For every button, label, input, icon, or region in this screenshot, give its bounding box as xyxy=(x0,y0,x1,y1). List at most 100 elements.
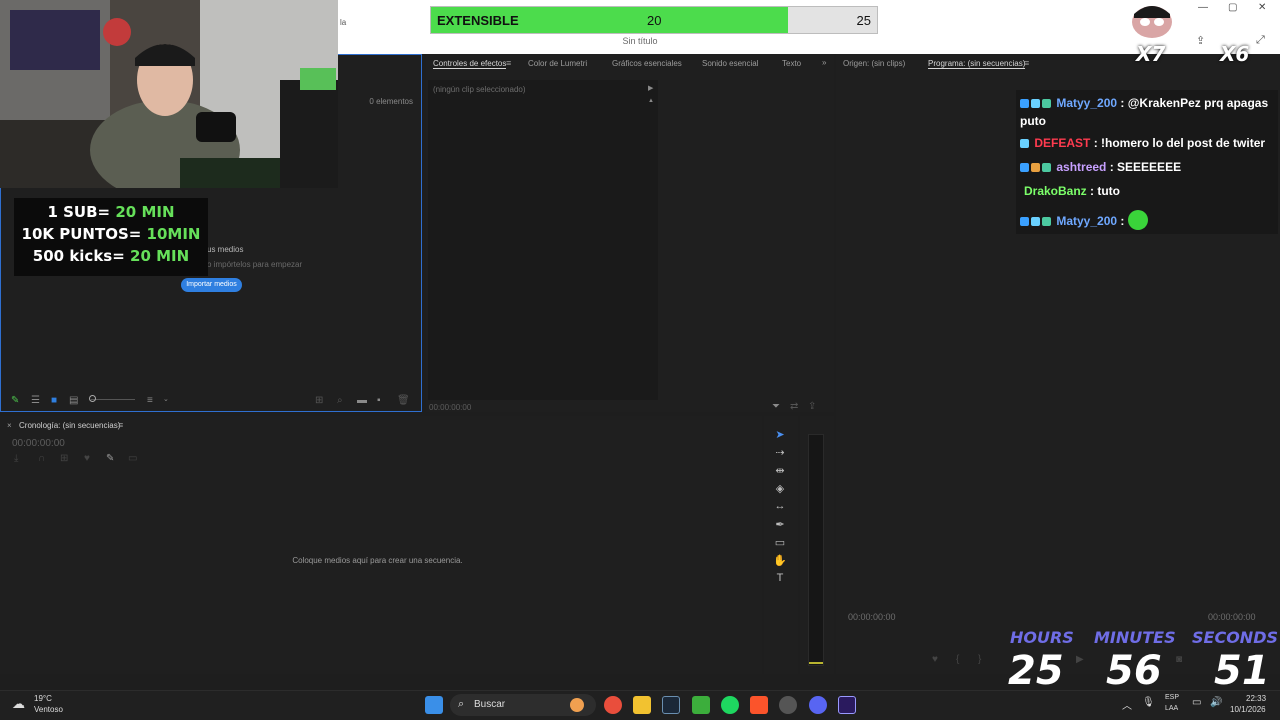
timeline-panel[interactable]: × Cronología: (sin secuencias) ≡ 00:00:0… xyxy=(0,416,762,674)
timeline-timecode: 00:00:00:00 xyxy=(12,438,65,449)
type-tool-icon[interactable]: T xyxy=(772,572,788,586)
linked-selection-icon[interactable]: ∩ xyxy=(38,453,45,464)
new-bin-icon[interactable]: ▬ xyxy=(357,395,367,406)
minecraft-icon[interactable] xyxy=(692,696,710,714)
filter-icon[interactable]: ⏷ xyxy=(772,401,780,412)
language-indicator[interactable]: ESP xyxy=(1165,694,1179,701)
track-select-tool-icon[interactable]: ⇢ xyxy=(772,446,788,460)
network-icon[interactable]: ▭ xyxy=(1192,697,1201,708)
hand-tool-icon[interactable]: ✋ xyxy=(772,554,788,568)
chrome-icon[interactable] xyxy=(604,696,622,714)
emote-count-left: X7 xyxy=(1136,42,1166,66)
close-tab-icon[interactable]: × xyxy=(7,421,12,430)
badge-icon xyxy=(1042,163,1051,172)
windows-start-icon[interactable] xyxy=(425,696,443,714)
search-highlight-icon xyxy=(570,698,584,712)
weather-icon[interactable]: ☁ xyxy=(12,696,25,712)
tab-essential-sound[interactable]: Sonido esencial xyxy=(702,59,758,68)
badge-icon xyxy=(1020,139,1029,148)
discord-icon[interactable] xyxy=(809,696,827,714)
link-icon[interactable]: ⇄ xyxy=(790,401,798,412)
stream-rules-overlay: 1 SUB= 20 MIN 10K PUNTOS= 10MIN 500 kick… xyxy=(14,198,208,276)
panel-menu-icon[interactable]: ≡ xyxy=(118,420,123,430)
mark-in-icon[interactable]: { xyxy=(956,654,959,665)
close-button[interactable]: ✕ xyxy=(1258,2,1266,13)
panel-menu-icon[interactable]: ≡ xyxy=(506,58,511,68)
volume-icon[interactable]: 🔊 xyxy=(1210,697,1222,708)
pencil-icon[interactable]: ✎ xyxy=(11,395,19,406)
chat-message: ashtreed : SEEEEEEE xyxy=(1020,160,1276,174)
webcam-feed xyxy=(0,0,338,188)
fullscreen-icon[interactable]: ⤢ xyxy=(1256,34,1265,47)
tab-program[interactable]: Programa: (sin secuencias) xyxy=(928,59,1026,69)
tab-text[interactable]: Texto xyxy=(782,59,801,68)
tab-effect-controls[interactable]: Controles de efectos xyxy=(433,59,507,69)
chat-message: DEFEAST : !homero lo del post de twiter xyxy=(1020,136,1276,150)
zoom-slider[interactable] xyxy=(91,399,135,400)
search-box[interactable]: ⌕ Buscar xyxy=(450,694,596,716)
tab-source[interactable]: Origen: (sin clips) xyxy=(843,59,905,68)
goal-target-value: 25 xyxy=(856,13,871,28)
slip-tool-icon[interactable]: ↔ xyxy=(772,500,788,514)
app-icon[interactable] xyxy=(779,696,797,714)
trash-icon[interactable]: 🗑 xyxy=(397,395,410,406)
title-fragment: la xyxy=(340,18,347,27)
share-icon[interactable]: ⇪ xyxy=(1196,34,1205,47)
play-arrow-icon[interactable]: ▶ xyxy=(648,84,653,92)
effects-panel: Controles de efectos ≡ Color de Lumetri … xyxy=(426,54,834,412)
tab-lumetri-color[interactable]: Color de Lumetri xyxy=(528,59,587,68)
premiere-pro-icon[interactable] xyxy=(838,696,856,714)
chat-text: : SEEEEEEE xyxy=(1106,160,1182,174)
green-emote-icon xyxy=(1127,210,1148,230)
minutes-value: 56 xyxy=(1106,648,1162,694)
no-clip-label: (ningún clip seleccionado) xyxy=(433,85,526,94)
chat-username: DrakoBanz xyxy=(1024,184,1087,198)
razor-tool-icon[interactable]: ◈ xyxy=(772,482,788,496)
play-icon[interactable]: ▶ xyxy=(1076,654,1084,665)
clock-time: 22:33 xyxy=(1246,694,1267,703)
panel-menu-icon[interactable]: ≡ xyxy=(1024,58,1029,68)
document-title: Sin título xyxy=(622,36,658,46)
spotify-icon[interactable] xyxy=(721,696,739,714)
steam-icon[interactable] xyxy=(662,696,680,714)
brave-icon[interactable] xyxy=(750,696,768,714)
ripple-edit-tool-icon[interactable]: ⇹ xyxy=(772,464,788,478)
tab-essential-graphics[interactable]: Gráficos esenciales xyxy=(612,59,682,68)
camera-icon[interactable]: ◙ xyxy=(1176,654,1182,665)
maximize-button[interactable]: ▢ xyxy=(1228,2,1237,13)
chevron-down-icon[interactable]: ⌄ xyxy=(163,395,169,403)
icon-view-icon[interactable]: ■ xyxy=(51,395,57,406)
more-tabs-icon[interactable]: » xyxy=(822,58,826,67)
triangle-up-icon: ▲ xyxy=(648,98,654,104)
minimize-button[interactable]: — xyxy=(1198,2,1208,13)
badge-icon xyxy=(1020,99,1029,108)
snap-icon[interactable]: ⤓ xyxy=(14,453,18,464)
marker-icon[interactable]: ♥ xyxy=(84,453,90,464)
tab-timeline[interactable]: Cronología: (sin secuencias) xyxy=(19,421,120,430)
chevron-up-icon[interactable]: ︿ xyxy=(1122,697,1132,712)
automate-icon[interactable]: ⊞ xyxy=(315,395,323,406)
file-explorer-icon[interactable] xyxy=(633,696,651,714)
captions-icon[interactable]: ▭ xyxy=(128,453,137,464)
find-icon[interactable]: ⌕ xyxy=(337,395,343,406)
mark-out-icon[interactable]: } xyxy=(978,654,981,665)
effect-controls-area xyxy=(428,80,658,400)
sort-icon[interactable]: ≡ xyxy=(147,395,153,406)
search-icon: ⌕ xyxy=(458,698,465,710)
zoom-slider-handle[interactable] xyxy=(89,395,96,402)
wrench-icon[interactable]: ✎ xyxy=(106,453,114,464)
chat-username: Matyy_200 xyxy=(1056,96,1118,110)
rectangle-tool-icon[interactable]: ▭ xyxy=(772,536,788,550)
audio-meter-panel xyxy=(800,416,834,674)
new-item-icon[interactable]: ▪ xyxy=(377,395,381,406)
export-icon[interactable]: ⇪ xyxy=(808,401,816,412)
freeform-view-icon[interactable]: ▤ xyxy=(69,395,78,406)
add-marker-icon[interactable]: ⊞ xyxy=(60,453,68,464)
selection-tool-icon[interactable]: ➤ xyxy=(772,428,788,442)
microphone-icon[interactable]: 🎙 xyxy=(1142,697,1155,708)
list-view-icon[interactable]: ☰ xyxy=(31,395,40,406)
audio-meter-level xyxy=(809,662,823,664)
pen-tool-icon[interactable]: ✒ xyxy=(772,518,788,532)
add-marker-icon[interactable]: ♥ xyxy=(932,654,938,665)
import-media-button[interactable]: Importar medios xyxy=(181,278,242,292)
